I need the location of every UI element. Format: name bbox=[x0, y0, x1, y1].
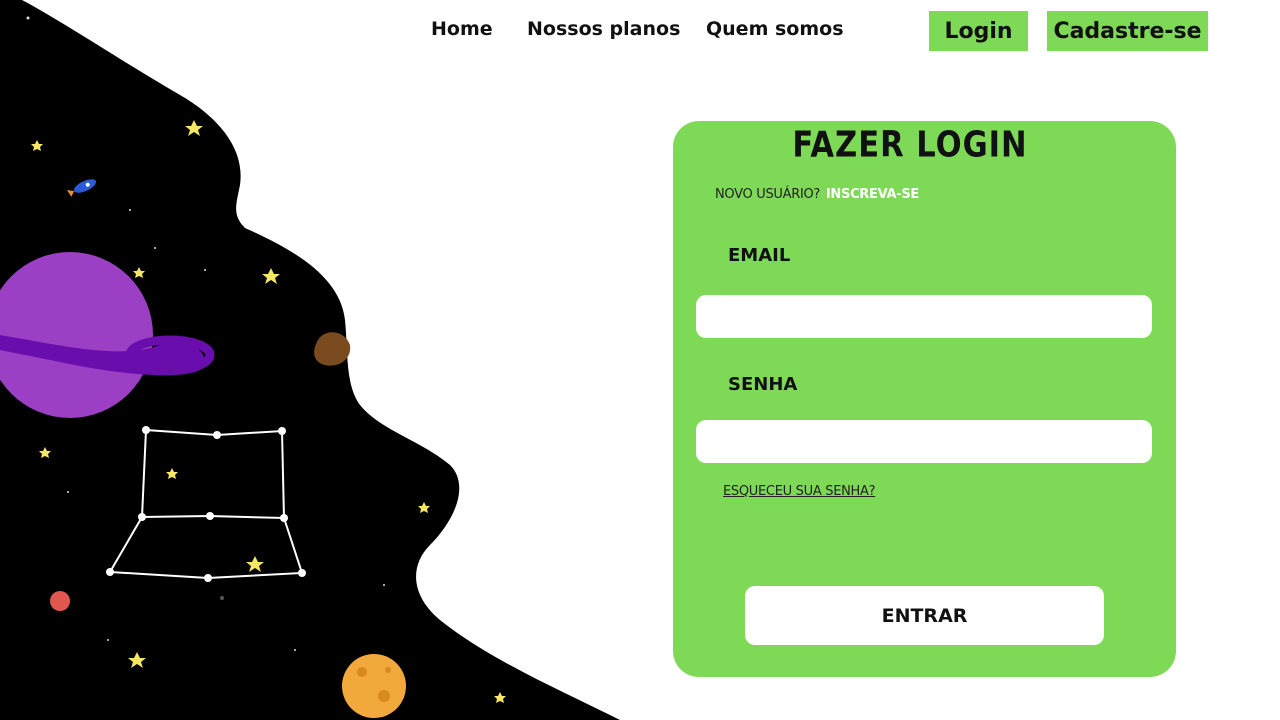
nav-about-link[interactable]: Quem somos bbox=[706, 18, 844, 40]
new-user-text: NOVO USUÁRIO? bbox=[715, 187, 821, 202]
new-user-prompt: NOVO USUÁRIO? INSCREVA-SE bbox=[715, 187, 919, 202]
red-planet-illustration bbox=[50, 591, 70, 611]
submit-button[interactable]: ENTRAR bbox=[745, 586, 1104, 645]
login-title: FAZER LOGIN bbox=[792, 124, 1028, 166]
login-button[interactable]: Login bbox=[929, 11, 1028, 51]
top-nav: Home Nossos planos Quem somos Login Cada… bbox=[0, 0, 1280, 60]
password-field[interactable] bbox=[696, 420, 1152, 463]
space-illustration bbox=[0, 0, 620, 720]
nav-plans-link[interactable]: Nossos planos bbox=[527, 18, 680, 40]
signup-link[interactable]: INSCREVA-SE bbox=[826, 187, 919, 202]
login-card: FAZER LOGIN NOVO USUÁRIO? INSCREVA-SE EM… bbox=[673, 121, 1176, 677]
moon-illustration bbox=[342, 654, 406, 718]
email-field[interactable] bbox=[696, 295, 1152, 338]
signup-button[interactable]: Cadastre-se bbox=[1047, 11, 1208, 51]
password-label: SENHA bbox=[728, 374, 798, 395]
forgot-password-link[interactable]: ESQUECEU SUA SENHA? bbox=[723, 484, 876, 499]
email-label: EMAIL bbox=[728, 245, 791, 266]
nav-home-link[interactable]: Home bbox=[431, 18, 493, 40]
